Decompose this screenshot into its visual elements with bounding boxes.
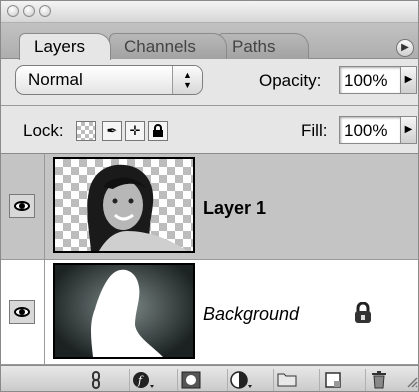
layer-style-icon[interactable]: f	[129, 369, 155, 391]
layers-list: Layer 1 Background	[1, 154, 418, 365]
background-thumbnail	[53, 263, 195, 359]
background-lock-icon	[353, 301, 373, 323]
tab-layers[interactable]: Layers	[19, 33, 111, 60]
opacity-value: 100%	[344, 71, 388, 90]
new-layer-icon[interactable]	[319, 369, 345, 391]
opacity-input[interactable]: 100%	[339, 66, 401, 94]
lock-transparent-pixels-icon[interactable]	[76, 121, 96, 141]
resize-grip-icon[interactable]	[404, 374, 418, 388]
blend-mode-value: Normal	[28, 70, 83, 89]
blend-mode-select[interactable]: Normal ▲ ▼	[15, 65, 203, 95]
tab-layers-label: Layers	[34, 37, 86, 56]
lock-image-pixels-icon[interactable]: ✒	[102, 121, 122, 141]
lock-position-icon[interactable]: ✛	[125, 121, 145, 141]
lock-all-icon[interactable]	[148, 121, 168, 141]
minimize-icon[interactable]	[23, 5, 35, 17]
panel-title-bar[interactable]	[1, 1, 418, 23]
lock-label: Lock:	[23, 121, 64, 140]
delete-layer-icon[interactable]	[365, 369, 391, 391]
panel-menu-icon[interactable]: ▶	[396, 39, 414, 57]
fill-slider-button[interactable]: ▶	[401, 116, 417, 144]
tab-channels[interactable]: Channels	[109, 33, 227, 59]
layer-mask-icon[interactable]	[177, 369, 203, 391]
layers-bottom-toolbar: f	[1, 365, 418, 391]
zoom-icon[interactable]	[39, 5, 51, 17]
lock-fill-bar: Lock: ✒ ✛ Fill: 100% ▶	[1, 106, 418, 154]
layer-1-thumbnail	[53, 157, 195, 253]
close-icon[interactable]	[7, 5, 19, 17]
layer-row-layer-1[interactable]: Layer 1	[1, 154, 418, 260]
fill-value: 100%	[344, 121, 388, 140]
background-name[interactable]: Background	[203, 304, 299, 325]
new-group-icon[interactable]	[273, 369, 299, 391]
eye-icon[interactable]	[9, 194, 35, 218]
layers-panel: Layers Channels Paths ▶ Normal ▲ ▼ Opacit…	[0, 0, 419, 392]
tab-channels-label: Channels	[124, 37, 196, 56]
tab-bar: Layers Channels Paths ▶	[1, 23, 418, 60]
adjustment-layer-icon[interactable]	[227, 369, 253, 391]
layer-options-bar: Normal ▲ ▼ Opacity: 100% ▶	[1, 59, 418, 106]
select-arrows-icon: ▲ ▼	[172, 66, 202, 94]
link-layers-icon[interactable]	[83, 369, 109, 391]
layer-row-background[interactable]: Background	[1, 260, 418, 365]
opacity-label: Opacity:	[259, 71, 322, 90]
fill-label: Fill:	[301, 121, 328, 140]
layer-1-name[interactable]: Layer 1	[203, 198, 266, 219]
eye-icon[interactable]	[9, 300, 35, 324]
tab-paths-label: Paths	[232, 37, 276, 56]
visibility-column	[1, 154, 45, 259]
tab-paths[interactable]: Paths	[217, 33, 309, 59]
opacity-slider-button[interactable]: ▶	[401, 66, 417, 94]
fill-input[interactable]: 100%	[339, 116, 401, 144]
visibility-column	[1, 260, 45, 364]
